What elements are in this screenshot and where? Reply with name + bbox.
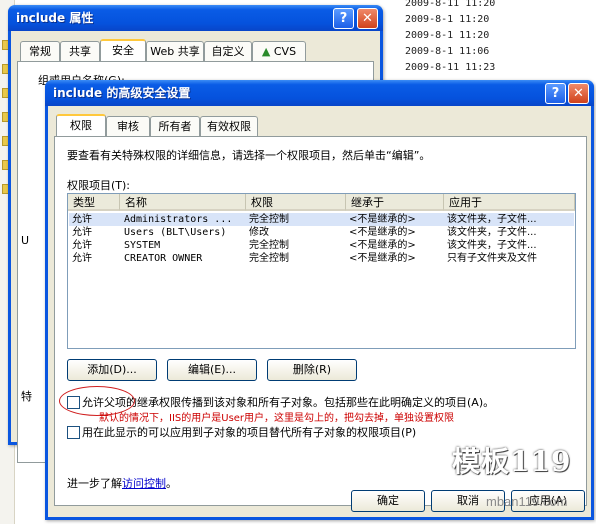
file-date: 2009-8-1 11:06	[405, 46, 490, 57]
tab-cvs-label: CVS	[273, 45, 297, 58]
tab-owner[interactable]: 所有者	[150, 116, 200, 136]
table-row[interactable]: 允许 Administrators ... 完全控制 <不是继承的> 该文件夹，…	[69, 213, 574, 226]
row-inherited: <不是继承的>	[349, 240, 416, 251]
help-button[interactable]: ?	[333, 8, 354, 29]
row-name: Users (BLT\Users)	[124, 227, 227, 238]
row-type: 允许	[72, 227, 92, 238]
entries-label: 权限项目(T):	[67, 179, 131, 192]
row-permission: 修改	[249, 227, 269, 238]
column-header-type[interactable]: 类型	[68, 194, 120, 211]
watermark-logo-text: 模板119	[452, 445, 572, 478]
close-button[interactable]: ✕	[357, 8, 378, 29]
file-date: 2009-8-11 11:20	[405, 0, 496, 9]
help-button[interactable]: ?	[545, 83, 566, 104]
inherit-permissions-label[interactable]: 允许父项的继承权限传播到该对象和所有子对象。包括那些在此明确定义的项目(A)。	[82, 394, 494, 410]
row-inherited: <不是继承的>	[349, 227, 416, 238]
tab-sharing[interactable]: 共享	[60, 41, 100, 61]
watermark-url: mban119.com	[486, 494, 568, 509]
tab-general[interactable]: 常规	[20, 41, 60, 61]
file-date: 2009-8-11 11:23	[405, 62, 496, 73]
file-date: 2009-8-1 11:20	[405, 14, 490, 25]
row-name: CREATOR OWNER	[124, 253, 203, 264]
tab-effective-permissions[interactable]: 有效权限	[200, 116, 258, 136]
row-apply-to: 该文件夹，子文件...	[447, 227, 537, 238]
tab-web-sharing[interactable]: Web 共享	[146, 41, 204, 61]
file-date-column: 2009-8-11 11:20 2009-8-1 11:20 2009-8-1 …	[405, 0, 596, 76]
window-title: include 属性	[16, 11, 94, 25]
row-permission: 完全控制	[249, 240, 289, 251]
column-header-name[interactable]: 名称	[120, 194, 246, 211]
add-button[interactable]: 添加(D)...	[67, 359, 157, 381]
partial-label: 特	[21, 390, 32, 403]
file-date: 2009-8-1 11:20	[405, 30, 490, 41]
tab-auditing[interactable]: 审核	[106, 116, 150, 136]
replace-permissions-checkbox[interactable]	[67, 426, 80, 439]
intro-text: 要查看有关特殊权限的详细信息，请选择一个权限项目，然后单击“编辑”。	[67, 149, 431, 162]
row-type: 允许	[72, 253, 92, 264]
learn-more-prefix: 进一步了解	[67, 477, 122, 490]
access-control-link[interactable]: 访问控制	[122, 477, 166, 490]
learn-more-suffix: 。	[166, 477, 177, 490]
turtle-icon: ▲	[261, 45, 271, 58]
row-apply-to: 只有子文件夹及文件	[447, 253, 537, 264]
table-row[interactable]: 允许 CREATOR OWNER 完全控制 <不是继承的> 只有子文件夹及文件	[69, 252, 574, 265]
column-header-inherited-from[interactable]: 继承于	[346, 194, 444, 211]
tab-custom[interactable]: 自定义	[204, 41, 252, 61]
table-row[interactable]: 允许 Users (BLT\Users) 修改 <不是继承的> 该文件夹，子文件…	[69, 226, 574, 239]
row-type: 允许	[72, 240, 92, 251]
row-inherited: <不是继承的>	[349, 214, 416, 225]
properties-title-bar[interactable]: include 属性 ? ✕	[8, 5, 383, 31]
tab-cvs[interactable]: ▲ CVS	[252, 41, 306, 61]
annotation-text: 默认的情况下，IIS的用户是User用户，这里是勾上的，把勾去掉，单独设置权限	[99, 413, 455, 424]
advanced-title-bar[interactable]: include 的高级安全设置 ? ✕	[45, 80, 594, 106]
column-header-permission[interactable]: 权限	[246, 194, 346, 211]
row-type: 允许	[72, 214, 92, 225]
edit-button[interactable]: 编辑(E)...	[167, 359, 257, 381]
permission-entries-list[interactable]: 类型 名称 权限 继承于 应用于 允许 Administrators ... 完…	[67, 193, 576, 349]
row-permission: 完全控制	[249, 253, 289, 264]
learn-more-text: 进一步了解访问控制。	[67, 475, 177, 491]
column-header-apply-to[interactable]: 应用于	[444, 194, 575, 211]
window-title: include 的高级安全设置	[53, 86, 191, 100]
row-apply-to: 该文件夹，子文件...	[447, 240, 537, 251]
partial-label: U	[21, 234, 30, 247]
close-button[interactable]: ✕	[568, 83, 589, 104]
tab-permissions[interactable]: 权限	[56, 114, 106, 137]
remove-button[interactable]: 删除(R)	[267, 359, 357, 381]
watermark-logo: 模板119	[452, 440, 592, 480]
table-row[interactable]: 允许 SYSTEM 完全控制 <不是继承的> 该文件夹，子文件...	[69, 239, 574, 252]
row-permission: 完全控制	[249, 214, 289, 225]
row-inherited: <不是继承的>	[349, 253, 416, 264]
row-name: Administrators ...	[124, 214, 233, 225]
replace-permissions-label[interactable]: 用在此显示的可以应用到子对象的项目替代所有子对象的权限项目(P)	[82, 424, 416, 440]
row-name: SYSTEM	[124, 240, 161, 251]
row-apply-to: 该文件夹，子文件...	[447, 214, 537, 225]
ok-button[interactable]: 确定	[351, 490, 425, 512]
tab-security[interactable]: 安全	[100, 39, 146, 62]
